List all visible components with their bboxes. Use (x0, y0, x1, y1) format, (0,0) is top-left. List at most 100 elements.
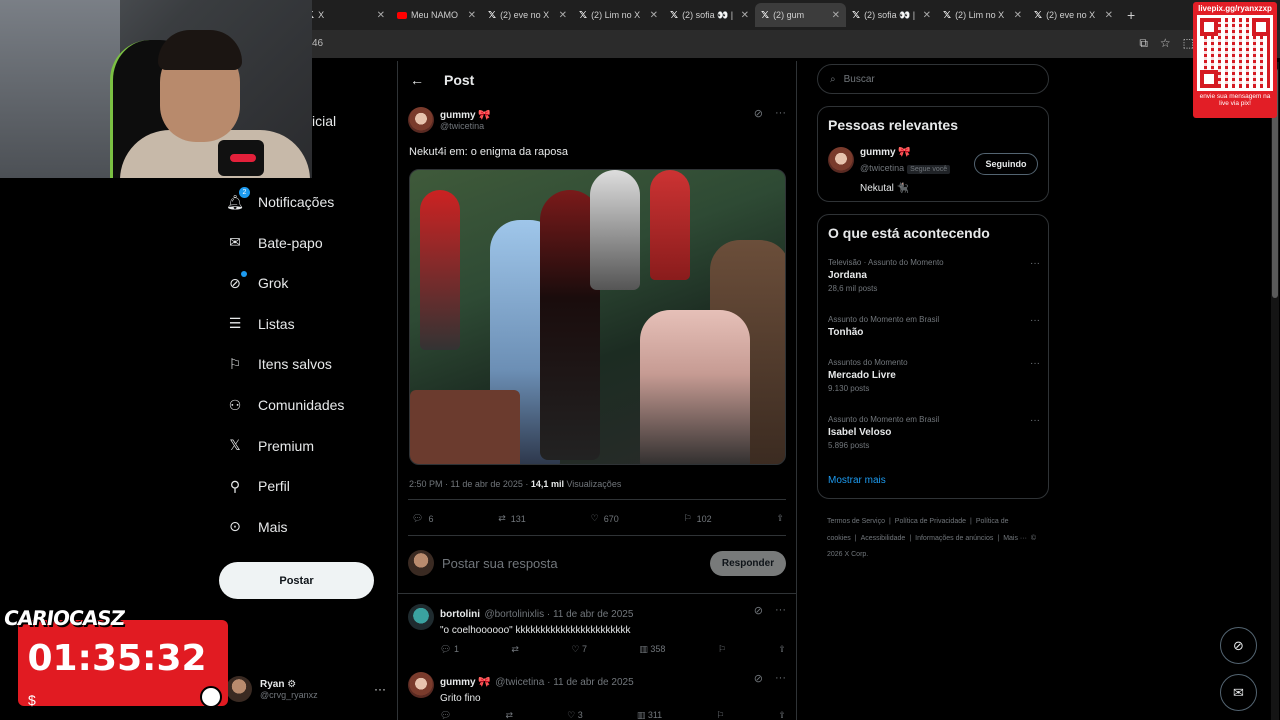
post-media-image[interactable] (409, 169, 786, 465)
like-action[interactable]: ♡ 7 (571, 644, 587, 655)
sidebar-item-listas[interactable]: ☰ Listas (226, 304, 295, 344)
sidebar-item-perfil[interactable]: ⚲ Perfil (226, 466, 290, 506)
trend-item[interactable]: Televisão · Assunto do Momento Jordana 28,… (828, 258, 1040, 293)
sidebar-item-bate-papo[interactable]: ✉ Bate-papo (226, 223, 322, 263)
post-timestamp[interactable]: 2:50 PM · 11 de abr de 2025 · (409, 479, 531, 489)
sidebar-item-itens-salvos[interactable]: ⚐ Itens salvos (226, 344, 332, 384)
repost-action[interactable]: ⇄ 131 (498, 513, 526, 524)
qr-finder (1252, 18, 1270, 36)
scrollbar[interactable] (1271, 62, 1279, 720)
close-icon[interactable]: ✕ (559, 10, 567, 21)
browser-tab[interactable]: 𝕏 (2) sofia 👀 | ✕ (664, 3, 755, 27)
relevant-handle[interactable]: @twicetina (860, 163, 904, 173)
more-dots-icon[interactable]: ··· (1030, 258, 1040, 269)
url-text[interactable]: 46 (312, 38, 323, 49)
comment-actions: 💬︎ ⇄ ♡ 3 ▥ 311 ⚐ ⇪ (440, 710, 786, 720)
sidebar-item-premium[interactable]: 𝕏 Premium (226, 426, 314, 466)
post-author[interactable]: gummy 🎀 @twicetina (408, 107, 491, 133)
avatar[interactable] (408, 604, 434, 630)
more-dots-icon[interactable]: ··· (1030, 415, 1040, 426)
nav-home-label-partial[interactable]: icial (312, 113, 336, 129)
views-action[interactable]: ▥ 358 (639, 644, 665, 655)
footer-link[interactable]: Termos de Serviço (827, 518, 885, 525)
bookmark-icon[interactable]: ⚐ (716, 710, 724, 720)
browser-tab[interactable]: 𝕏X✕ (300, 3, 391, 27)
list-item[interactable]: bortolini @bortolinixlis · 11 de abr de … (408, 604, 786, 664)
share-icon[interactable]: ⇪ (778, 644, 786, 655)
trend-item[interactable]: Assuntos do Momento Mercado Livre 9.130 po… (828, 358, 1040, 393)
author-name[interactable]: gummy 🎀 (440, 110, 491, 121)
reply-button[interactable]: Responder (710, 550, 786, 576)
like-action[interactable]: ♡ 670 (591, 513, 619, 524)
sidebar-item-grok[interactable]: ⊘ Grok (226, 263, 288, 303)
close-icon[interactable]: ✕ (923, 10, 931, 21)
browser-tab[interactable]: 𝕏 (2) eve no X ✕ (482, 3, 573, 27)
author-handle[interactable]: @twicetina (440, 121, 491, 131)
search-input[interactable]: ⌕ Buscar (817, 64, 1049, 94)
like-action[interactable]: ♡ 3 (567, 710, 583, 720)
repost-action[interactable]: ⇄ (511, 644, 519, 655)
browser-tab[interactable]: 𝕏 (2) sofia 👀 | ✕ (846, 3, 937, 27)
close-icon[interactable]: ✕ (832, 10, 840, 21)
comment-author-name[interactable]: bortolini (440, 609, 480, 620)
show-more-link[interactable]: Mostrar mais (828, 475, 886, 486)
new-tab-button[interactable]: + (1127, 7, 1135, 23)
reply-action[interactable]: 💬︎ 6 (412, 513, 433, 524)
cast-icon[interactable]: ⧉ (1139, 36, 1148, 51)
close-icon[interactable]: ✕ (1105, 10, 1113, 21)
comment-author-handle[interactable]: @twicetina · 11 de abr de 2025 (495, 677, 633, 688)
footer-link[interactable]: Política de Privacidade (895, 518, 966, 525)
repost-action[interactable]: ⇄ (506, 710, 514, 720)
bookmark-action[interactable]: ⚐ 102 (684, 513, 712, 524)
more-dots-icon[interactable]: ··· (374, 682, 386, 696)
grok-icon[interactable]: ⊘ (754, 604, 763, 617)
grok-icon[interactable]: ⊘ (754, 107, 763, 120)
grok-float-button[interactable]: ⊘ (1220, 627, 1257, 664)
more-dots-icon[interactable]: ··· (775, 672, 786, 685)
comment-author-name[interactable]: gummy 🎀 (440, 677, 491, 688)
footer-link[interactable]: Mais ··· (1003, 535, 1027, 542)
following-button[interactable]: Seguindo (974, 153, 1038, 175)
footer-link[interactable]: Informações de anúncios (915, 535, 993, 542)
close-icon[interactable]: ✕ (468, 10, 476, 21)
avatar[interactable] (408, 672, 434, 698)
avatar[interactable] (828, 147, 854, 173)
messages-float-button[interactable]: ✉ (1220, 674, 1257, 711)
close-icon[interactable]: ✕ (1014, 10, 1022, 21)
post-button[interactable]: Postar (219, 562, 374, 599)
reply-action[interactable]: 💬︎ (440, 710, 451, 720)
bookmark-icon[interactable]: ⚐ (718, 644, 726, 655)
list-item[interactable]: gummy 🎀 @twicetina · 11 de abr de 2025 G… (408, 672, 786, 720)
back-arrow-icon[interactable]: ← (410, 72, 424, 88)
sidebar-item-mais[interactable]: ⊙ Mais (226, 507, 287, 547)
browser-tab[interactable]: 𝕏 (2) Lim no X ✕ (573, 3, 664, 27)
footer-link[interactable]: Acessibilidade (861, 535, 906, 542)
more-dots-icon[interactable]: ··· (775, 107, 786, 120)
sidebar-item-notificações[interactable]: 🔔︎ 2 Notificações (226, 182, 334, 222)
browser-tab[interactable]: 𝕏 (2) eve no X ✕ (1028, 3, 1119, 27)
more-dots-icon[interactable]: ··· (1030, 358, 1040, 369)
trend-item[interactable]: Assunto do Momento em Brasil Isabel Velos… (828, 415, 1040, 450)
reply-action[interactable]: 💬︎ 1 (440, 644, 459, 655)
trend-item[interactable]: Assunto do Momento em Brasil Tonhão ··· (828, 315, 1040, 338)
grok-icon: ⊘ (226, 271, 247, 292)
grok-icon[interactable]: ⊘ (754, 672, 763, 685)
views-action[interactable]: ▥ 311 (637, 710, 662, 720)
browser-tab[interactable]: Meu NAMO ✕ (391, 3, 482, 27)
browser-tab[interactable]: 𝕏 (2) gum ✕ (755, 3, 846, 27)
sidebar-item-comunidades[interactable]: ⚇ Comunidades (226, 385, 345, 425)
share-action[interactable]: ⇪ (776, 513, 784, 524)
star-icon[interactable]: ☆ (1160, 36, 1171, 51)
close-icon[interactable]: ✕ (377, 10, 385, 21)
close-icon[interactable]: ✕ (650, 10, 658, 21)
account-switcher[interactable]: Ryan ⚙ @crvg_ryanxz ··· (226, 672, 386, 706)
share-icon[interactable]: ⇪ (778, 710, 786, 720)
comment-author-handle[interactable]: @bortolinixlis · 11 de abr de 2025 (484, 609, 633, 620)
more-dots-icon[interactable]: ··· (1030, 315, 1040, 326)
relevant-name[interactable]: gummy 🎀 (860, 147, 950, 158)
reply-input[interactable]: Postar sua resposta (442, 556, 702, 571)
avatar[interactable] (408, 107, 434, 133)
browser-tab[interactable]: 𝕏 (2) Lim no X ✕ (937, 3, 1028, 27)
close-icon[interactable]: ✕ (741, 10, 749, 21)
more-dots-icon[interactable]: ··· (775, 604, 786, 617)
